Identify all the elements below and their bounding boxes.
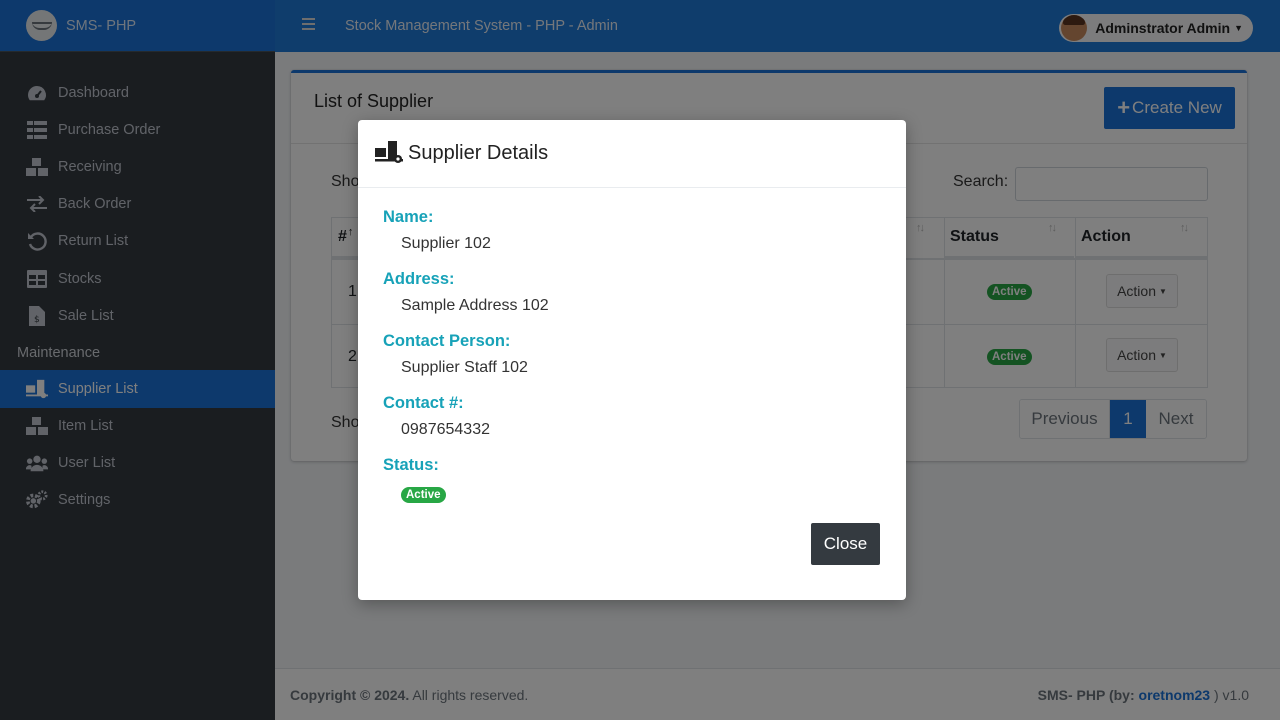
close-button[interactable]: Close <box>811 523 880 565</box>
field-label-status: Status: <box>383 456 439 474</box>
field-value-contact-person: Supplier Staff 102 <box>401 359 528 376</box>
status-badge: Active <box>401 487 446 503</box>
modal-body: Name: Supplier 102 Address: Sample Addre… <box>383 208 549 518</box>
field-value-name: Supplier 102 <box>401 235 491 252</box>
field-label-address: Address: <box>383 270 455 288</box>
field-value-status: Active <box>383 479 549 518</box>
truck-loading-icon <box>375 140 403 167</box>
modal-title: Supplier Details <box>408 142 549 164</box>
modal-header: Supplier Details <box>358 120 906 188</box>
field-label-contact-number: Contact #: <box>383 394 464 412</box>
field-value-address: Sample Address 102 <box>401 297 549 314</box>
supplier-details-modal: Supplier Details Name: Supplier 102 Addr… <box>358 120 906 600</box>
field-label-contact-person: Contact Person: <box>383 332 511 350</box>
field-label-name: Name: <box>383 208 434 226</box>
field-value-contact-number: 0987654332 <box>401 421 490 438</box>
